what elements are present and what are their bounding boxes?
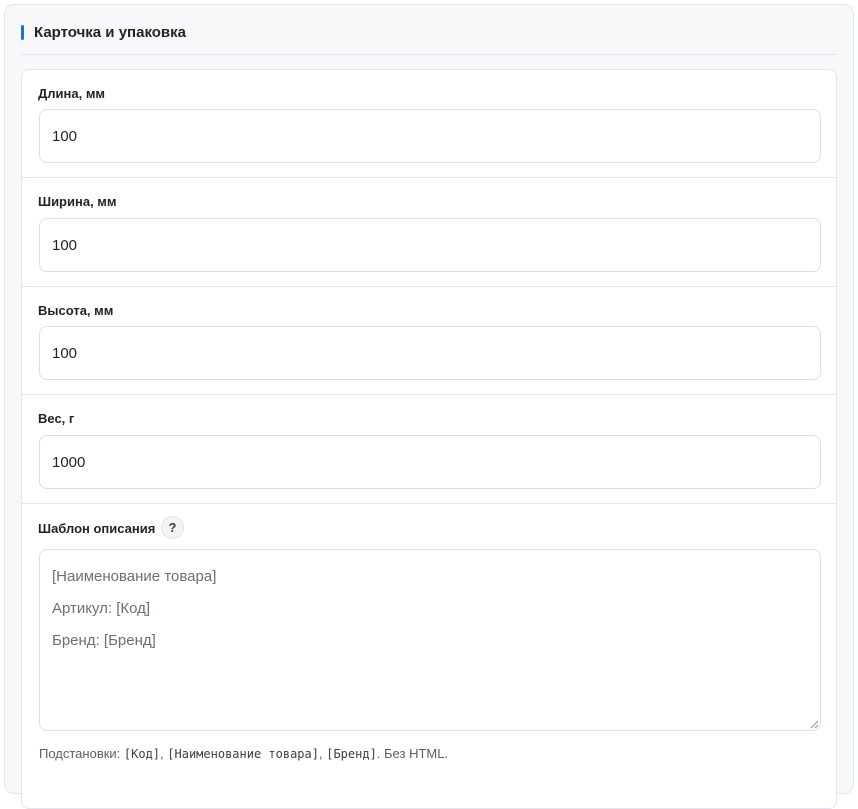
hint-prefix: Подстановки: [39,746,124,761]
resize-handle-icon[interactable] [809,719,819,729]
width-label: Ширина, мм [38,194,117,209]
placeholder-line-article: Артикул: [Код] [52,600,151,617]
height-field-group: Высота, мм [22,287,836,395]
section-title: Карточка и упаковка [34,24,186,41]
length-field-group: Длина, мм [22,70,836,178]
width-input[interactable] [39,218,821,272]
description-template-label: Шаблон описания [38,521,156,536]
hint-token-brand: [Бренд] [326,747,377,761]
section-header: Карточка и упаковка [21,23,837,55]
height-label: Высота, мм [38,303,114,318]
card-and-packaging-panel: Карточка и упаковка Длина, мм Ширина, мм… [4,4,854,809]
placeholder-line-product-name: [Наименование товара] [52,568,217,585]
description-template-textarea[interactable]: [Наименование товара] Артикул: [Код] Бре… [39,549,821,731]
placeholder-line-brand: Бренд: [Бренд] [52,632,156,649]
hint-token-name: [Наименование товара] [167,747,319,761]
weight-input[interactable] [39,435,821,489]
weight-field-group: Вес, г [22,395,836,504]
section-accent-bar [21,25,24,40]
length-input[interactable] [39,109,821,163]
height-input[interactable] [39,326,821,380]
hint-token-code: [Код] [123,747,161,761]
length-label: Длина, мм [38,86,106,101]
description-template-group: Шаблон описания ? [Наименование товара] … [22,504,836,804]
fields-card: Длина, мм Ширина, мм Высота, мм Вес, г Ш… [21,69,837,809]
weight-label: Вес, г [38,411,75,426]
substitutions-hint: Подстановки: [Код], [Наименование товара… [39,746,448,762]
question-mark-icon[interactable]: ? [161,516,184,539]
hint-suffix: . Без HTML. [376,746,449,761]
width-field-group: Ширина, мм [22,178,836,287]
